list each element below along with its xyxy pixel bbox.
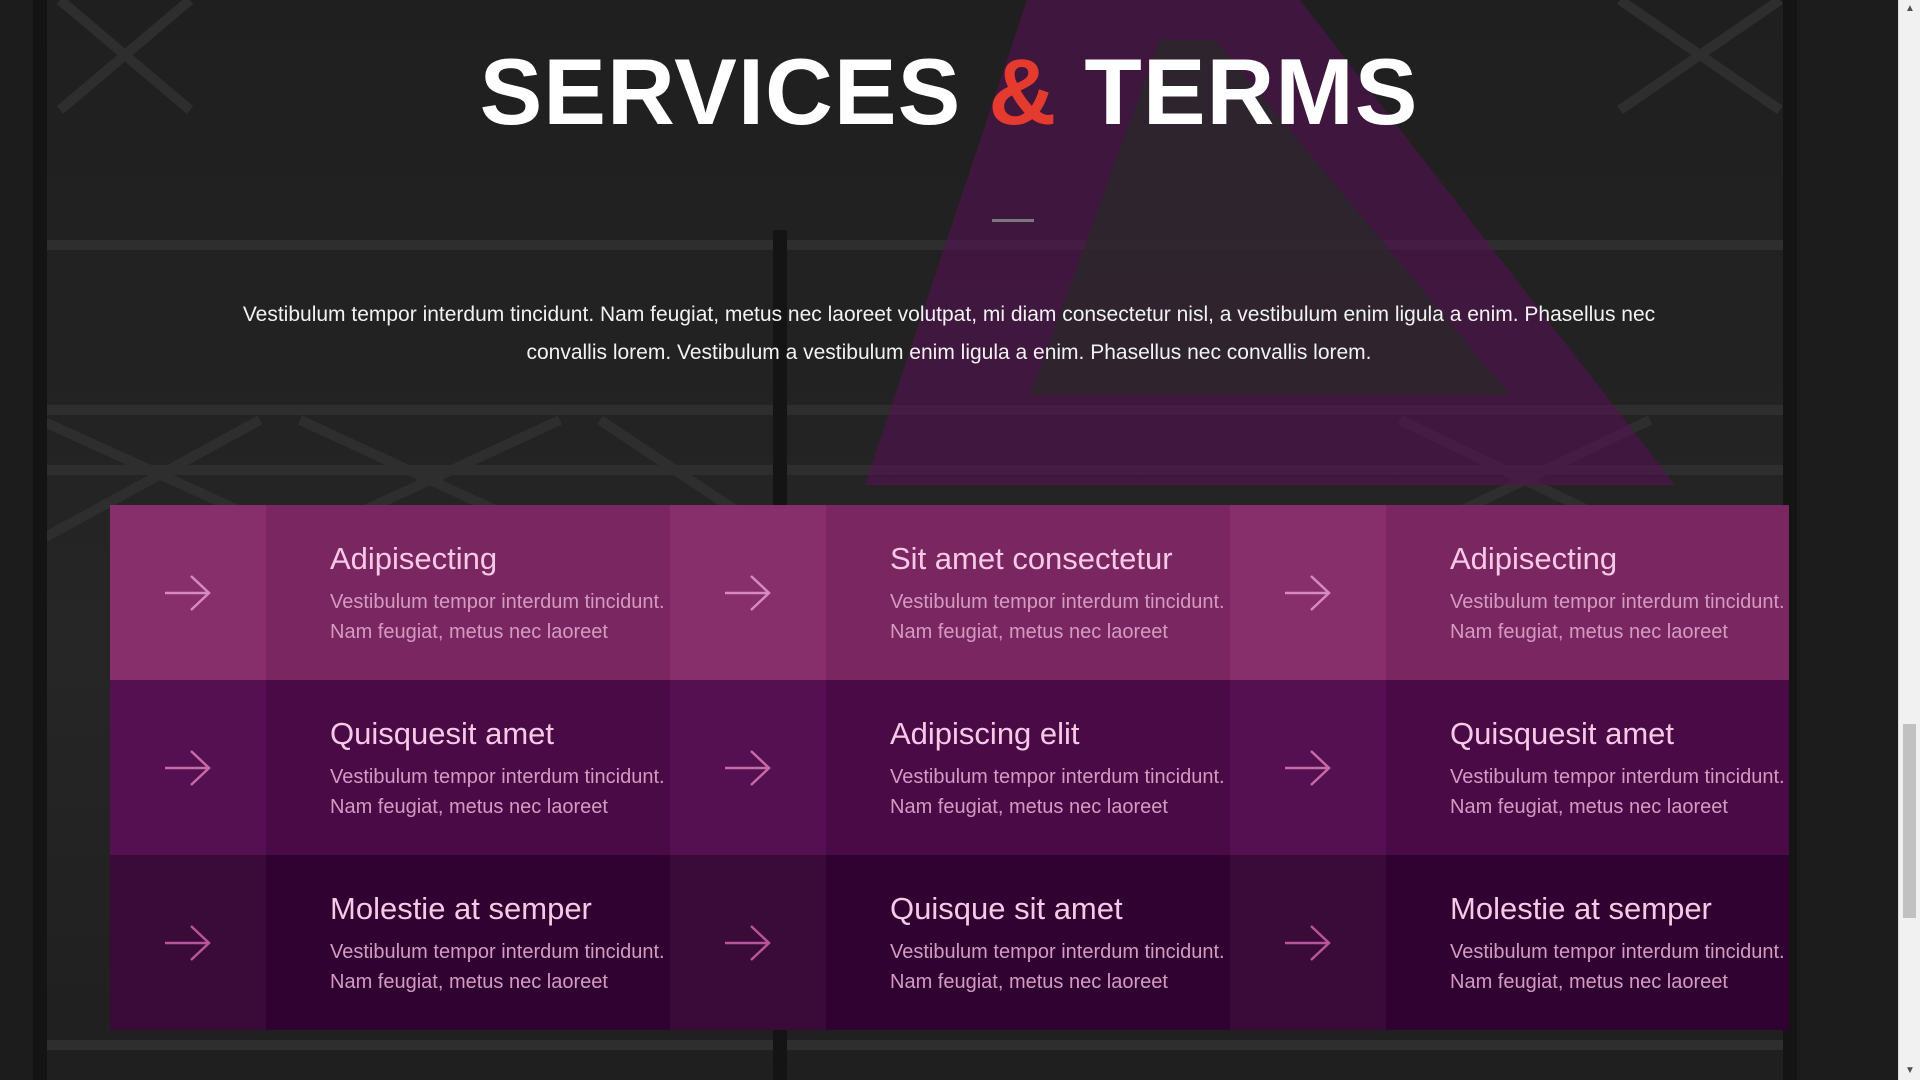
service-icon-box <box>110 505 266 680</box>
service-description-line-2: Nam feugiat, metus nec laoreet <box>330 621 608 643</box>
arrow-right-icon <box>725 924 771 961</box>
service-description-line-2: Nam feugiat, metus nec laoreet <box>330 796 608 818</box>
service-description-line-2: Nam feugiat, metus nec laoreet <box>890 621 1168 643</box>
service-description-line-1: Vestibulum tempor interdum tincidunt. <box>330 591 665 613</box>
service-icon-box <box>110 680 266 855</box>
service-title: Quisquesit amet <box>330 716 554 751</box>
service-card[interactable]: Molestie at semper Vestibulum tempor int… <box>1230 855 1789 1030</box>
service-description-line-1: Vestibulum tempor interdum tincidunt. <box>890 591 1225 613</box>
service-title: Quisque sit amet <box>890 891 1123 926</box>
service-description-line-2: Nam feugiat, metus nec laoreet <box>330 971 608 993</box>
service-icon-box <box>1230 855 1386 1030</box>
service-description-line-1: Vestibulum tempor interdum tincidunt. <box>1450 591 1785 613</box>
service-description-line-2: Nam feugiat, metus nec laoreet <box>890 796 1168 818</box>
service-description-line-1: Vestibulum tempor interdum tincidunt. <box>890 941 1225 963</box>
title-ampersand: & <box>988 39 1058 144</box>
title-part-2: TERMS <box>1084 39 1419 144</box>
arrow-right-icon <box>725 574 771 611</box>
service-card[interactable]: Quisquesit amet Vestibulum tempor interd… <box>110 680 670 855</box>
service-title: Adipiscing elit <box>890 716 1080 751</box>
service-icon-box <box>1230 505 1386 680</box>
scroll-up-arrow-icon[interactable]: ▲ <box>1899 0 1920 18</box>
scroll-down-arrow-icon[interactable]: ▼ <box>1899 1062 1920 1080</box>
title-divider <box>992 219 1034 222</box>
service-card[interactable]: Quisque sit amet Vestibulum tempor inter… <box>670 855 1230 1030</box>
arrow-right-icon <box>725 749 771 786</box>
service-title: Adipisecting <box>330 541 498 576</box>
arrow-right-icon <box>165 749 211 786</box>
service-title: Molestie at semper <box>330 891 592 926</box>
service-title: Adipisecting <box>1450 541 1618 576</box>
service-description-line-2: Nam feugiat, metus nec laoreet <box>1450 971 1728 993</box>
service-description-line-1: Vestibulum tempor interdum tincidunt. <box>890 766 1225 788</box>
section-intro: Vestibulum tempor interdum tincidunt. Na… <box>220 296 1678 372</box>
service-icon-box <box>670 680 826 855</box>
service-description-line-1: Vestibulum tempor interdum tincidunt. <box>1450 766 1785 788</box>
page: SERVICES & TERMS Vestibulum tempor inter… <box>0 0 1920 1080</box>
service-card[interactable]: Sit amet consectetur Vestibulum tempor i… <box>670 505 1230 680</box>
service-title: Molestie at semper <box>1450 891 1712 926</box>
arrow-right-icon <box>1285 749 1331 786</box>
service-description-line-2: Nam feugiat, metus nec laoreet <box>890 971 1168 993</box>
service-title: Sit amet consectetur <box>890 541 1173 576</box>
service-description-line-2: Nam feugiat, metus nec laoreet <box>1450 796 1728 818</box>
service-card[interactable]: Adipisecting Vestibulum tempor interdum … <box>1230 505 1789 680</box>
arrow-right-icon <box>1285 574 1331 611</box>
service-description-line-1: Vestibulum tempor interdum tincidunt. <box>1450 941 1785 963</box>
intro-line-1: Vestibulum tempor interdum tincidunt. Na… <box>242 303 1656 326</box>
service-icon-box <box>670 855 826 1030</box>
service-icon-box <box>670 505 826 680</box>
service-card[interactable]: Adipiscing elit Vestibulum tempor interd… <box>670 680 1230 855</box>
services-grid: Adipisecting Vestibulum tempor interdum … <box>110 505 1789 1030</box>
arrow-right-icon <box>165 574 211 611</box>
service-card[interactable]: Molestie at semper Vestibulum tempor int… <box>110 855 670 1030</box>
service-card[interactable]: Adipisecting Vestibulum tempor interdum … <box>110 505 670 680</box>
service-description-line-2: Nam feugiat, metus nec laoreet <box>1450 621 1728 643</box>
arrow-right-icon <box>165 924 211 961</box>
service-title: Quisquesit amet <box>1450 716 1674 751</box>
service-description-line-1: Vestibulum tempor interdum tincidunt. <box>330 766 665 788</box>
service-icon-box <box>1230 680 1386 855</box>
intro-line-2: convallis lorem. Vestibulum a vestibulum… <box>526 341 1372 364</box>
scrollbar-thumb[interactable] <box>1903 724 1916 918</box>
service-card[interactable]: Quisquesit amet Vestibulum tempor interd… <box>1230 680 1789 855</box>
section-title: SERVICES & TERMS <box>0 38 1898 146</box>
vertical-scrollbar[interactable]: ▲ ▼ <box>1898 0 1920 1080</box>
service-icon-box <box>110 855 266 1030</box>
title-part-1: SERVICES <box>479 39 962 144</box>
service-description-line-1: Vestibulum tempor interdum tincidunt. <box>330 941 665 963</box>
arrow-right-icon <box>1285 924 1331 961</box>
